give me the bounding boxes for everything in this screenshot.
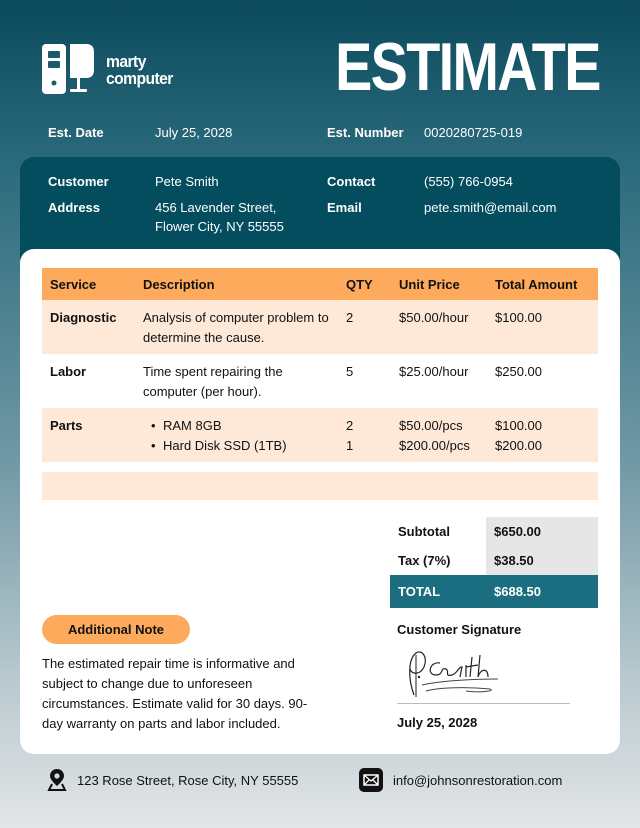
header-unit-price: Unit Price (391, 268, 487, 300)
cell-service: Parts (42, 408, 135, 462)
part-total: $100.00 (495, 418, 542, 433)
cell-description: RAM 8GB Hard Disk SSD (1TB) (135, 408, 338, 462)
part-unit-price: $50.00/pcs (399, 418, 463, 433)
part-qty: 1 (346, 438, 354, 453)
signature-date: July 25, 2028 (397, 715, 478, 730)
part-item: RAM 8GB (151, 416, 330, 436)
total-label: TOTAL (398, 584, 441, 599)
empty-table-row (42, 472, 598, 500)
address-line1: 456 Lavender Street, (155, 200, 277, 215)
cell-qty: 2 1 (338, 408, 391, 462)
part-item: Hard Disk SSD (1TB) (151, 436, 330, 456)
cell-qty: 5 (338, 354, 391, 408)
header-description: Description (135, 268, 338, 300)
cell-service: Labor (42, 354, 135, 408)
table-row: Labor Time spent repairing the computer … (42, 354, 598, 408)
cell-description: Analysis of computer problem to determin… (135, 300, 338, 354)
cell-service: Diagnostic (42, 300, 135, 354)
est-number-label: Est. Number (327, 125, 404, 140)
email-value: pete.smith@email.com (424, 200, 557, 215)
footer-email: info@johnsonrestoration.com (359, 768, 562, 792)
cell-total: $250.00 (487, 354, 598, 408)
cell-unit-price: $50.00/hour (391, 300, 487, 354)
part-qty: 2 (346, 418, 354, 433)
additional-note-text: The estimated repair time is informative… (42, 656, 308, 731)
location-pin-icon (47, 768, 67, 792)
table-row-parts: Parts RAM 8GB Hard Disk SSD (1TB) 2 1 $5… (42, 408, 598, 462)
address-line2: Flower City, NY 55555 (155, 219, 284, 234)
total-value: $688.50 (494, 584, 541, 599)
customer-value: Pete Smith (155, 174, 219, 189)
cell-qty: 2 (338, 300, 391, 354)
totals-summary: Subtotal $650.00 Tax (7%) $38.50 TOTAL $… (390, 517, 598, 608)
total-row: TOTAL $688.50 (390, 575, 598, 608)
tax-label: Tax (7%) (398, 553, 451, 568)
est-date-value: July 25, 2028 (155, 125, 233, 140)
table-row: Diagnostic Analysis of computer problem … (42, 300, 598, 354)
header-service: Service (42, 268, 135, 300)
header-qty: QTY (338, 268, 391, 300)
email-label: Email (327, 200, 362, 215)
cell-total: $100.00 (487, 300, 598, 354)
signature-line (397, 703, 570, 704)
address-value: 456 Lavender Street, Flower City, NY 555… (155, 198, 284, 236)
computer-icon (42, 44, 94, 94)
cell-description: Time spent repairing the computer (per h… (135, 354, 338, 408)
table-header-row: Service Description QTY Unit Price Total… (42, 268, 598, 300)
tax-value: $38.50 (486, 546, 598, 575)
contact-label: Contact (327, 174, 376, 189)
part-unit-price: $200.00/pcs (399, 438, 470, 453)
address-label: Address (48, 200, 101, 215)
est-date-label: Est. Date (48, 125, 104, 140)
cell-total: $100.00 $200.00 (487, 408, 598, 462)
footer-email-text[interactable]: info@johnsonrestoration.com (393, 773, 562, 788)
footer-address-text: 123 Rose Street, Rose City, NY 55555 (77, 772, 299, 788)
signature-label: Customer Signature (397, 622, 522, 637)
services-table: Service Description QTY Unit Price Total… (42, 268, 598, 462)
contact-value: (555) 766-0954 (424, 174, 513, 189)
brand-name-line1: marty (106, 52, 146, 71)
page-title: ESTIMATE (335, 29, 601, 105)
cell-unit-price: $25.00/hour (391, 354, 487, 408)
estimate-card: Service Description QTY Unit Price Total… (20, 249, 620, 754)
part-total: $200.00 (495, 438, 542, 453)
envelope-icon (359, 768, 383, 792)
brand-name: marty computer (106, 53, 173, 87)
brand-name-line2: computer (106, 69, 173, 88)
footer-address: 123 Rose Street, Rose City, NY 55555 (47, 768, 298, 792)
tax-row: Tax (7%) $38.50 (390, 546, 598, 575)
brand-logo: marty computer (42, 44, 179, 96)
cell-unit-price: $50.00/pcs $200.00/pcs (391, 408, 487, 462)
header-total-amount: Total Amount (487, 268, 598, 300)
signature-image (409, 651, 499, 697)
est-number-value: 0020280725-019 (424, 125, 523, 140)
subtotal-value: $650.00 (486, 517, 598, 546)
additional-note-badge: Additional Note (42, 615, 190, 644)
customer-label: Customer (48, 174, 109, 189)
subtotal-row: Subtotal $650.00 (390, 517, 598, 546)
subtotal-label: Subtotal (398, 524, 450, 539)
